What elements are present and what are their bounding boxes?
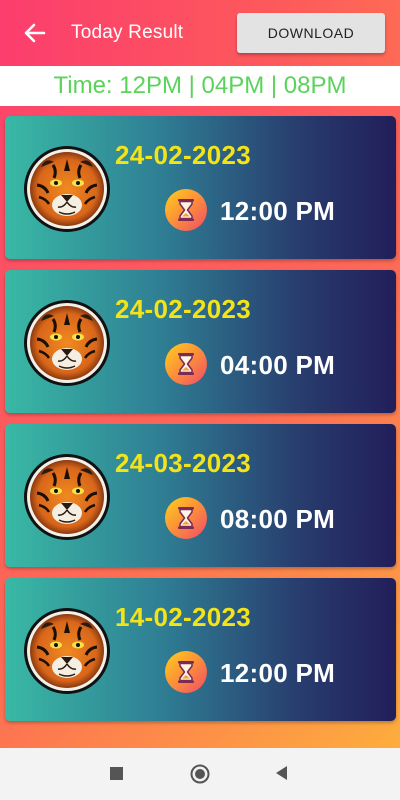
- page-title: Today Result: [71, 22, 184, 43]
- result-date: 24-02-2023: [115, 294, 251, 324]
- result-date: 24-03-2023: [115, 448, 251, 478]
- time-schedule-text: Time: 12PM | 04PM | 08PM: [53, 72, 347, 99]
- result-card[interactable]: 14-02-2023 12:00 PM: [5, 578, 396, 721]
- result-time: 08:00 PM: [220, 504, 336, 534]
- hourglass-icon: [165, 189, 207, 231]
- tiger-logo-icon: [23, 145, 111, 233]
- tiger-logo-icon: [23, 453, 111, 541]
- tiger-logo-icon: [23, 299, 111, 387]
- hourglass-icon: [165, 343, 207, 385]
- result-time: 04:00 PM: [220, 350, 336, 380]
- home-circle-icon[interactable]: [190, 764, 210, 784]
- result-card[interactable]: 24-03-2023 08:00 PM: [5, 424, 396, 567]
- hourglass-icon: [165, 651, 207, 693]
- result-time: 12:00 PM: [220, 196, 336, 226]
- result-time: 12:00 PM: [220, 658, 336, 688]
- tiger-logo-icon: [23, 607, 111, 695]
- result-card[interactable]: 24-02-2023 12:00 PM: [5, 116, 396, 259]
- system-navigation-bar: [0, 748, 400, 800]
- recent-apps-square-icon[interactable]: [110, 767, 123, 780]
- back-arrow-icon[interactable]: [22, 20, 48, 46]
- result-date: 24-02-2023: [115, 140, 251, 170]
- result-date: 14-02-2023: [115, 602, 251, 632]
- time-schedule-banner: Time: 12PM | 04PM | 08PM: [0, 66, 400, 106]
- app-bar: Today Result DOWNLOAD: [0, 0, 400, 66]
- hourglass-icon: [165, 497, 207, 539]
- download-button[interactable]: DOWNLOAD: [237, 13, 385, 53]
- result-card[interactable]: 24-02-2023 04:00 PM: [5, 270, 396, 413]
- back-triangle-icon[interactable]: [274, 765, 290, 781]
